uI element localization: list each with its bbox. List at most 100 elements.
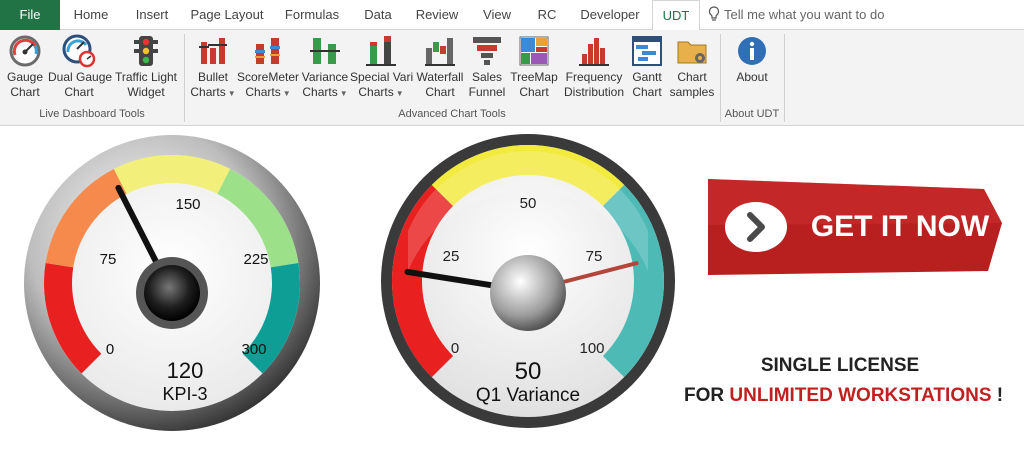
gauge-label: Q1 Variance	[476, 385, 580, 406]
variance-charts-button[interactable]: Variance Charts ▼	[300, 34, 350, 101]
tab-developer[interactable]: Developer	[572, 0, 648, 30]
gauge-tick-label: 0	[106, 341, 114, 358]
license-highlight: UNLIMITED WORKSTATIONS	[729, 385, 992, 406]
traffic-light-label-2: Widget	[127, 85, 165, 99]
special-variance-charts-button[interactable]: Special Vari Charts ▼	[350, 34, 414, 101]
gauge-tick-label: 25	[443, 248, 460, 265]
gauge-tick-label: 75	[586, 248, 603, 265]
sales-funnel-button[interactable]: Sales Funnel	[466, 34, 508, 100]
variance-label-1: Variance	[301, 70, 349, 84]
gauge-tick-label: 50	[520, 195, 537, 212]
special-variance-label-1: Special Vari	[350, 70, 414, 84]
variance-label-2: Charts ▼	[302, 85, 348, 99]
frequency-distribution-icon	[579, 38, 609, 66]
group-label-about: About UDT	[724, 108, 780, 120]
gauge-tick-label: 100	[579, 340, 604, 357]
tab-home[interactable]: Home	[62, 0, 120, 30]
tab-insert[interactable]: Insert	[124, 0, 180, 30]
frequency-distribution-button[interactable]: Frequency Distribution	[560, 34, 628, 100]
tab-page-layout[interactable]: Page Layout	[184, 0, 270, 30]
bullet-charts-button[interactable]: Bullet Charts ▼	[190, 34, 236, 101]
gantt-label-1: Gantt	[632, 70, 662, 84]
treemap-label-2: Chart	[519, 85, 549, 99]
gauge-value: 120	[167, 358, 204, 383]
group-label-live-dashboard: Live Dashboard Tools	[39, 108, 145, 120]
info-icon	[738, 37, 766, 65]
tab-file[interactable]: File	[0, 0, 60, 30]
kpi-gauge: 0 75 150 225 300 120 KPI-3	[24, 135, 320, 431]
chart-samples-icon	[677, 41, 707, 64]
gauge-chart-label-2: Chart	[10, 85, 40, 99]
dual-gauge-icon	[62, 34, 96, 68]
chart-samples-button[interactable]: Chart samples	[666, 34, 718, 100]
variance-chart-icon	[310, 38, 340, 64]
license-line-1: SINGLE LICENSE	[760, 355, 920, 376]
gauge-chart-button[interactable]: Gauge Chart	[2, 34, 48, 100]
ribbon-panel: Gauge Chart Dual Gauge Chart Traffic Lig…	[0, 30, 1024, 126]
treemap-label-1: TreeMap	[510, 70, 558, 84]
sales-funnel-icon	[473, 37, 501, 65]
waterfall-label-2: Chart	[425, 85, 455, 99]
dual-gauge-label-2: Chart	[64, 85, 94, 99]
gauge-chart-label-1: Gauge	[6, 70, 44, 84]
special-variance-label-2: Charts ▼	[358, 85, 404, 99]
gauge-icon	[9, 35, 41, 67]
gantt-chart-icon	[632, 36, 662, 66]
tell-me-search[interactable]: Tell me what you want to do	[708, 0, 884, 30]
waterfall-chart-icon	[425, 38, 455, 66]
scoremeter-charts-button[interactable]: ScoreMeter Charts ▼	[236, 34, 300, 101]
arrow-badge	[725, 202, 787, 252]
treemap-icon	[519, 36, 549, 66]
sales-funnel-label-2: Funnel	[468, 85, 506, 99]
chevron-down-icon: ▼	[282, 89, 291, 98]
frequency-label-1: Frequency	[565, 70, 623, 84]
gauge-value: 50	[515, 358, 542, 385]
gauge-knob	[144, 265, 200, 321]
gauge-tick-label: 300	[241, 341, 266, 358]
tab-view[interactable]: View	[472, 0, 522, 30]
banner-content: 0 75 150 225 300 120 KPI-3 0 25 50 75 10…	[0, 127, 1024, 466]
gauge-tick-label: 75	[100, 251, 117, 268]
license-suffix: !	[991, 385, 1004, 406]
lightbulb-icon	[708, 6, 720, 21]
tab-rc[interactable]: RC	[526, 0, 568, 30]
tell-me-placeholder: Tell me what you want to do	[724, 7, 885, 22]
dual-gauge-label-1: Dual Gauge	[48, 70, 113, 84]
scoremeter-icon	[255, 38, 280, 64]
gantt-chart-button[interactable]: Gantt Chart	[628, 34, 666, 100]
bullet-chart-icon	[199, 38, 227, 64]
sales-funnel-label-1: Sales	[471, 70, 503, 84]
waterfall-chart-button[interactable]: Waterfall Chart	[414, 34, 466, 100]
frequency-label-2: Distribution	[563, 85, 625, 99]
about-label: About	[736, 70, 768, 84]
about-button[interactable]: About	[726, 34, 778, 85]
group-separator	[784, 34, 785, 122]
gauge-tick-label: 225	[243, 251, 268, 268]
gauge-label: KPI-3	[162, 384, 207, 404]
tab-review[interactable]: Review	[406, 0, 468, 30]
chart-samples-label-2: samples	[669, 85, 715, 99]
bullet-charts-label-2: Charts ▼	[190, 85, 236, 99]
license-prefix: FOR	[684, 385, 730, 406]
traffic-light-icon	[134, 36, 158, 66]
traffic-light-widget-button[interactable]: Traffic Light Widget	[112, 34, 180, 100]
special-variance-icon	[366, 36, 396, 66]
tab-formulas[interactable]: Formulas	[274, 0, 350, 30]
waterfall-label-1: Waterfall	[416, 70, 464, 84]
variance-gauge: 0 25 50 75 100 50 Q1 Variance	[381, 134, 675, 428]
dual-gauge-chart-button[interactable]: Dual Gauge Chart	[48, 34, 113, 100]
gauge-tick-label: 150	[175, 196, 200, 213]
chevron-down-icon: ▼	[395, 89, 404, 98]
chart-samples-label-1: Chart	[677, 70, 707, 84]
scoremeter-label-1: ScoreMeter	[236, 70, 300, 84]
group-label-advanced: Advanced Chart Tools	[398, 108, 506, 120]
tab-udt[interactable]: UDT	[652, 0, 700, 31]
gantt-label-2: Chart	[632, 85, 662, 99]
traffic-light-label-1: Traffic Light	[114, 70, 178, 84]
chevron-down-icon: ▼	[339, 89, 348, 98]
get-it-now-label: GET IT NOW	[810, 210, 990, 243]
gauge-knob	[490, 255, 566, 331]
tab-data[interactable]: Data	[354, 0, 402, 30]
treemap-chart-button[interactable]: TreeMap Chart	[508, 34, 560, 100]
ribbon-tab-bar: File Home Insert Page Layout Formulas Da…	[0, 0, 1024, 31]
